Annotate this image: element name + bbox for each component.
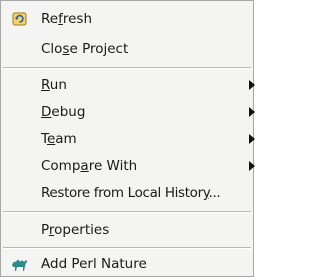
menu-item-restore-local-history[interactable]: Restore from Local History... [1, 181, 253, 205]
submenu-arrow-icon [249, 107, 255, 117]
menu-item-label: Debug [41, 104, 86, 120]
menu-item-refresh[interactable]: Refresh [1, 7, 253, 31]
menu-item-label: Team [41, 131, 77, 147]
menu-item-label: Restore from Local History... [41, 185, 221, 201]
menu-separator [3, 247, 251, 249]
menu-item-properties[interactable]: Properties [1, 218, 253, 242]
menu-item-label: Compare With [41, 158, 138, 174]
menu-item-label: Add Perl Nature [41, 256, 147, 272]
submenu-arrow-icon [249, 134, 255, 144]
menu-item-close-project[interactable]: Close Project [1, 37, 253, 61]
menu-item-compare-with[interactable]: Compare With [1, 154, 255, 178]
submenu-arrow-icon [249, 80, 255, 90]
camel-icon [11, 256, 29, 272]
menu-item-team[interactable]: Team [1, 127, 255, 151]
menu-item-label: Run [41, 77, 67, 93]
menu-item-debug[interactable]: Debug [1, 100, 255, 124]
menu-item-run[interactable]: Run [1, 73, 255, 97]
menu-item-label: Refresh [41, 11, 93, 27]
refresh-icon [11, 11, 29, 27]
menu-item-label: Properties [41, 222, 110, 238]
menu-separator [3, 211, 251, 213]
project-context-menu: Refresh Close Project Run Debug Team Com… [0, 0, 255, 277]
submenu-arrow-icon [249, 161, 255, 171]
menu-item-label: Close Project [41, 41, 129, 57]
menu-separator [3, 67, 251, 69]
menu-item-add-perl-nature[interactable]: Add Perl Nature [1, 252, 253, 276]
